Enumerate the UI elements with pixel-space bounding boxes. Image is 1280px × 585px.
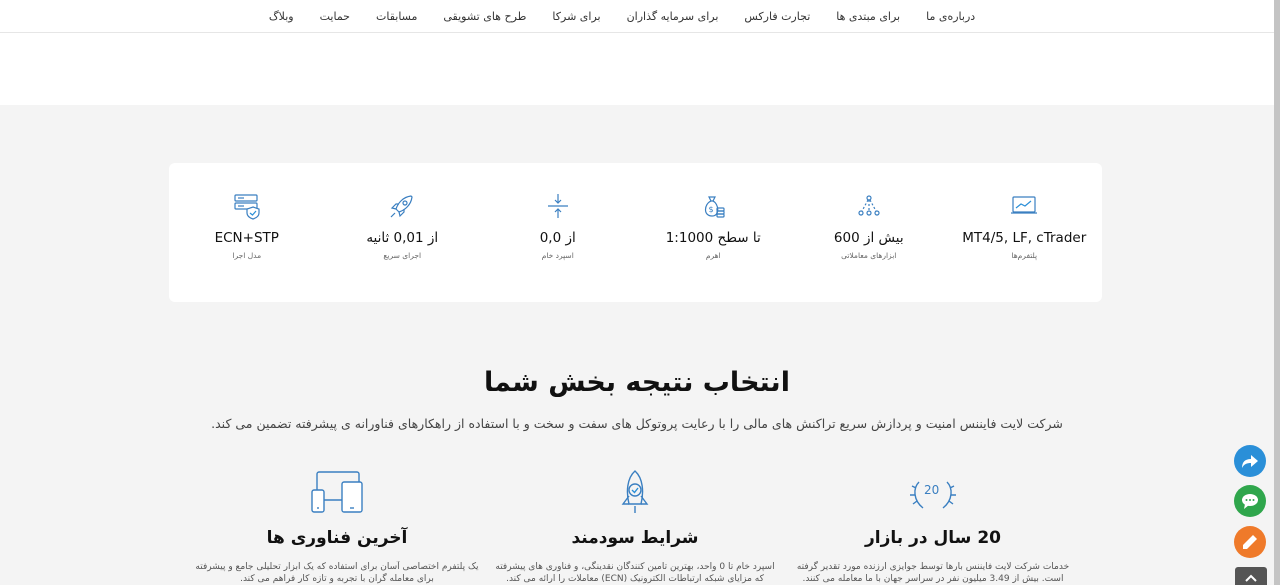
top-navigation: درباره‌ی ما برای مبتدی ها تجارت فارکس بر… [0,0,1274,33]
feature-description: خدمات شرکت لایت فایننس بارها توسط جوایزی… [796,562,1070,584]
section-subtitle: شرکت لایت فایننس امنیت و پردازش سریع ترا… [211,416,1063,431]
chat-button[interactable] [1234,485,1266,517]
scrollbar-thumb[interactable] [1274,0,1280,585]
stat-value: از 0,0 [539,230,576,246]
pencil-icon [1243,535,1257,549]
stat-execution-model: ECN+STP مدل اجرا [169,163,325,302]
feature-title: شرایط سودمند [571,528,699,548]
nav-item-about[interactable]: درباره‌ی ما [913,10,988,23]
stat-instruments: بیش از 600 ابزارهای معاملاتی [791,163,947,302]
section-title: انتخاب نتیجه بخش شما [484,367,790,398]
feature-title: 20 سال در بازار [865,528,1001,548]
nav-item-contests[interactable]: مسابقات [363,10,430,23]
feature-description: اسپرد خام تا 0 واحد، بهترین تامین کنندگا… [495,562,775,584]
money-bag-icon: $ [705,196,725,218]
nav-item-support[interactable]: حمایت [307,10,363,23]
stat-spread: از 0,0 اسپرد خام [480,163,636,302]
feature-technology: آخرین فناوری ها یک پلتفرم اختصاصی آسان ب… [192,468,482,585]
nav-item-promotions[interactable]: طرح های تشویقی [430,10,539,23]
stat-value: ECN+STP [214,230,279,246]
stat-label: ابزارهای معاملاتی [841,251,897,260]
share-button[interactable] [1234,445,1266,477]
stat-value: از 0,01 ثانیه [366,230,439,246]
chat-bubble-icon [1242,494,1258,509]
feature-20-years: 20 20 سال در بازار خدمات شرکت لایت فاینن… [788,468,1078,585]
stat-label: اهرم [705,251,721,260]
network-nodes-icon [858,195,880,216]
chart-monitor-icon [1011,196,1038,214]
back-to-top-button[interactable] [1235,567,1267,585]
svg-text:$: $ [709,205,714,214]
stat-value: بیش از 600 [833,230,904,246]
edit-button[interactable] [1234,526,1266,558]
stat-label: اسپرد خام [541,251,574,260]
rocket-badge-icon [621,470,649,513]
nav-item-beginners[interactable]: برای مبتدی ها [823,10,913,23]
stat-value: MT4/5, LF, cTrader [962,230,1087,246]
stat-label: مدل اجرا [232,251,262,260]
feature-conditions: شرایط سودمند اسپرد خام تا 0 واحد، بهترین… [490,468,780,585]
white-band [0,33,1274,105]
server-shield-icon [234,194,260,220]
compress-arrows-icon [547,194,568,218]
laurel-20-icon: 20 [910,481,956,509]
stat-execution: از 0,01 ثانیه اجرای سریع [325,163,481,302]
nav-item-forex-trading[interactable]: تجارت فارکس [731,10,823,23]
feature-description: یک پلتفرم اختصاصی آسان برای استفاده که ی… [195,562,479,584]
stats-card: MT4/5, LF, cTrader پلتفرم‌ها بیش از 600 … [169,163,1102,302]
stat-leverage: $ تا سطح 1:1000 اهرم [636,163,792,302]
stat-platforms: MT4/5, LF, cTrader پلتفرم‌ها [947,163,1103,302]
stat-value: تا سطح 1:1000 [665,230,761,246]
rocket-icon [390,195,413,218]
nav-item-partners[interactable]: برای شرکا [539,10,613,23]
devices-icon [311,471,363,513]
feature-title: آخرین فناوری ها [266,528,408,548]
nav-item-blog[interactable]: وبلاگ [256,10,307,23]
stat-label: پلتفرم‌ها [1011,251,1038,260]
chevron-up-icon [1245,574,1257,582]
svg-text:20: 20 [924,483,939,497]
scrollbar[interactable] [1274,0,1280,585]
nav-item-investors[interactable]: برای سرمایه گذاران [614,10,732,23]
share-arrow-icon [1242,455,1258,468]
stat-label: اجرای سریع [383,251,422,260]
